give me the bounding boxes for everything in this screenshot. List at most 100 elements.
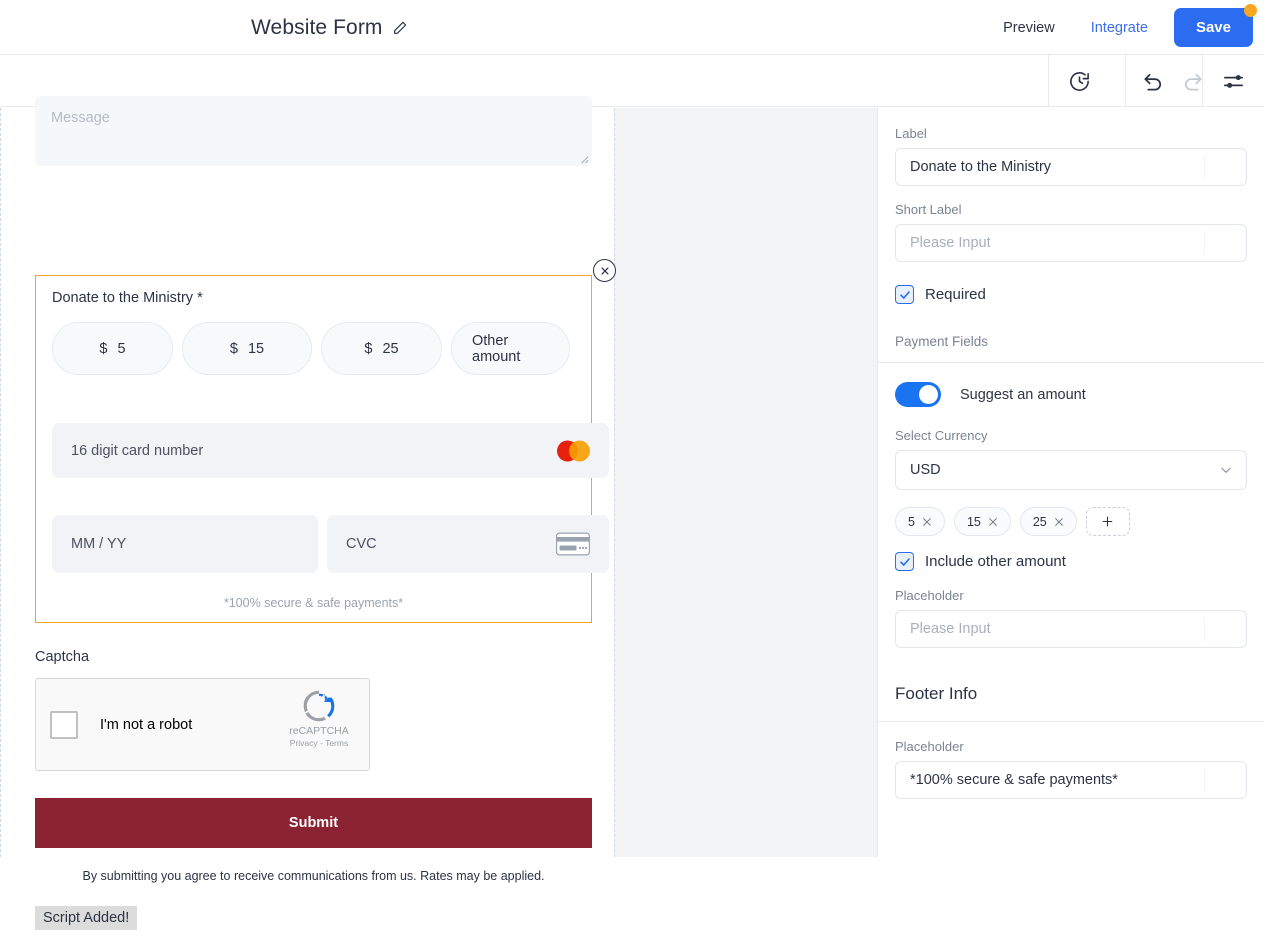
terms-disclaimer: By submitting you agree to receive commu… <box>82 869 545 883</box>
donate-field-block[interactable]: Donate to the Ministry * $ 5 $ 15 $ 25 O… <box>35 259 616 623</box>
redo-icon[interactable] <box>1181 70 1204 93</box>
recaptcha-icon <box>303 690 335 722</box>
footer-placeholder-caption: Placeholder <box>895 739 964 754</box>
clock-history-icon[interactable] <box>1068 70 1091 93</box>
footer-info-heading: Footer Info <box>895 684 978 703</box>
currency-field-group: Select Currency USD <box>878 407 1264 490</box>
script-status-badge: Script Added! <box>35 906 138 930</box>
other-placeholder-text: Please Input <box>910 621 991 637</box>
input-divider <box>1204 155 1205 179</box>
amount-value: 25 <box>382 340 399 357</box>
preview-button[interactable]: Preview <box>985 20 1073 36</box>
footer-placeholder-input[interactable]: *100% secure & safe payments* <box>895 761 1247 799</box>
recaptcha-branding: reCAPTCHA Privacy - Terms <box>279 689 359 749</box>
save-button-wrap: Save <box>1173 4 1257 47</box>
payment-fields-section-label: Payment Fields <box>895 334 989 349</box>
include-other-amount-label: Include other amount <box>925 553 1066 570</box>
footer-placeholder-group: Placeholder *100% secure & safe payments… <box>878 722 1264 799</box>
amount-chips-row: 5 15 25 <box>878 490 1264 536</box>
properties-sidebar: Label Donate to the Ministry Short Label… <box>877 108 1264 857</box>
amount-chip[interactable]: 15 <box>953 507 1011 536</box>
currency-value: USD <box>910 462 941 478</box>
suggest-amount-row: Suggest an amount <box>878 363 1264 407</box>
close-x-icon[interactable] <box>922 517 932 527</box>
currency-symbol: $ <box>364 340 373 357</box>
currency-symbol: $ <box>229 340 238 357</box>
amount-option-button[interactable]: $ 5 <box>52 322 173 375</box>
card-number-input[interactable]: 16 digit card number <box>52 423 609 478</box>
footer-placeholder-value: *100% secure & safe payments* <box>910 772 1118 788</box>
short-label-field-group: Short Label Please Input <box>878 186 1264 262</box>
short-label-caption: Short Label <box>895 202 962 217</box>
mastercard-icon <box>557 440 590 461</box>
canvas-backdrop <box>614 108 877 857</box>
input-divider <box>1204 768 1205 792</box>
pencil-icon[interactable] <box>392 20 408 36</box>
expiry-placeholder: MM / YY <box>71 536 127 552</box>
sliders-settings-icon[interactable] <box>1222 70 1245 93</box>
amount-chip[interactable]: 5 <box>895 507 945 536</box>
save-button[interactable]: Save <box>1173 8 1253 47</box>
other-amount-button[interactable]: Other amount <box>451 322 570 375</box>
include-other-amount-checkbox[interactable] <box>895 552 914 571</box>
undo-icon[interactable] <box>1142 70 1165 93</box>
form-preview-canvas: Message Donate to the Ministry * $ 5 $ 1… <box>0 96 616 930</box>
recaptcha-label: I'm not a robot <box>100 716 193 733</box>
amount-value: 15 <box>247 340 265 357</box>
card-cvc-input[interactable]: CVC <box>327 515 609 573</box>
message-textarea[interactable]: Message <box>35 96 592 166</box>
label-field-caption: Label <box>895 126 927 141</box>
resize-handle-icon[interactable] <box>578 153 589 164</box>
submit-button[interactable]: Submit <box>35 798 592 848</box>
recaptcha-checkbox[interactable] <box>50 710 78 739</box>
amount-option-button[interactable]: $ 25 <box>321 322 442 375</box>
recaptcha-brand-name: reCAPTCHA <box>289 725 349 737</box>
add-amount-button[interactable] <box>1085 507 1130 536</box>
label-input[interactable]: Donate to the Ministry <box>895 148 1247 186</box>
check-icon <box>899 290 910 299</box>
label-input-value: Donate to the Ministry <box>910 159 1052 175</box>
close-circle-icon[interactable] <box>593 259 616 282</box>
currency-select[interactable]: USD <box>895 450 1247 490</box>
label-field-group: Label Donate to the Ministry <box>878 108 1264 186</box>
include-other-amount-row[interactable]: Include other amount <box>878 536 1264 571</box>
integrate-button[interactable]: Integrate <box>1073 20 1166 36</box>
payment-footer-note: *100% secure & safe payments* <box>223 596 404 610</box>
suggest-amount-toggle[interactable] <box>895 382 941 407</box>
close-x-icon[interactable] <box>1054 517 1064 527</box>
other-placeholder-caption: Placeholder <box>895 588 964 603</box>
amount-options-row: $ 5 $ 15 $ 25 Other amount <box>52 322 575 375</box>
amount-chip-value: 25 <box>1032 514 1047 529</box>
required-label: Required <box>925 286 986 303</box>
cvc-placeholder: CVC <box>346 536 377 552</box>
top-bar-actions: Preview Integrate Save <box>985 0 1257 55</box>
amount-chip-value: 5 <box>908 514 915 529</box>
other-placeholder-input[interactable]: Please Input <box>895 610 1247 648</box>
required-checkbox-row[interactable]: Required <box>878 262 1264 304</box>
currency-symbol: $ <box>99 340 108 357</box>
donate-field-label: Donate to the Ministry * <box>52 290 203 306</box>
other-placeholder-group: Placeholder Please Input <box>878 571 1264 648</box>
required-checkbox[interactable] <box>895 285 914 304</box>
top-bar: Website Form Preview Integrate Save <box>0 0 1264 55</box>
close-x-icon[interactable] <box>988 517 998 527</box>
form-title-group: Website Form <box>251 0 408 55</box>
unsaved-changes-badge <box>1244 4 1257 17</box>
amount-chip-value: 15 <box>966 514 981 529</box>
card-number-placeholder: 16 digit card number <box>71 442 204 459</box>
message-placeholder: Message <box>51 110 110 126</box>
amount-chip[interactable]: 25 <box>1019 507 1077 536</box>
page-title: Website Form <box>251 15 383 39</box>
amount-value: 5 <box>117 340 126 357</box>
short-label-placeholder: Please Input <box>910 235 991 251</box>
check-icon <box>899 557 910 566</box>
card-expiry-input[interactable]: MM / YY <box>52 515 318 573</box>
chevron-down-icon[interactable] <box>1219 463 1233 477</box>
amount-option-button[interactable]: $ 15 <box>182 322 312 375</box>
input-divider <box>1204 231 1205 255</box>
currency-caption: Select Currency <box>895 428 988 443</box>
credit-card-icon <box>556 532 590 556</box>
short-label-input[interactable]: Please Input <box>895 224 1247 262</box>
captcha-label: Captcha <box>35 649 90 665</box>
recaptcha-widget[interactable]: I'm not a robot reCAPTCHA Privacy - Term… <box>35 678 370 771</box>
